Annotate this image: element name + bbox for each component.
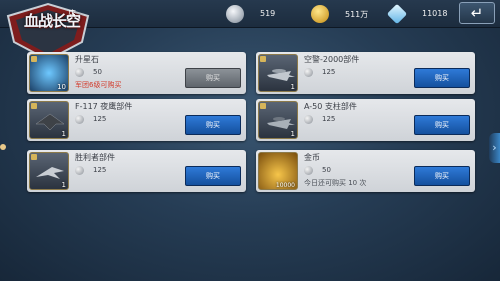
item-qty: 1 <box>290 83 295 91</box>
logo-tag: 店 <box>68 9 76 18</box>
back-button[interactable]: ↵ <box>459 2 495 24</box>
buy-button[interactable]: 购买 <box>185 68 241 88</box>
item-qty: 1 <box>61 181 66 189</box>
buy-button[interactable]: 购买 <box>185 115 241 135</box>
chevron-right-icon: › <box>492 141 497 154</box>
star-stone-icon: 10 <box>29 54 69 92</box>
item-price: 50 <box>93 68 102 76</box>
item-name: 金币 <box>304 153 320 162</box>
item-name: 空警-2000部件 <box>304 55 360 64</box>
item-price: 125 <box>322 68 336 76</box>
shop-item-card[interactable]: 1 空警-2000部件 125 购买 <box>256 52 475 94</box>
item-price: 125 <box>93 166 107 174</box>
item-name: F-117 夜鹰部件 <box>75 102 133 111</box>
stealth-jet-icon: 1 <box>29 101 69 139</box>
medal-icon <box>304 166 313 175</box>
item-note: 军团6级可购买 <box>75 81 122 89</box>
shop-item-card[interactable]: 10 升星石 50 军团6级可购买 购买 <box>27 52 246 94</box>
next-page-button[interactable]: › <box>489 133 500 163</box>
gold-coin-icon <box>311 5 329 23</box>
item-qty: 10000 <box>275 182 295 189</box>
medal-icon <box>304 115 313 124</box>
item-price: 125 <box>93 115 107 123</box>
item-name: A-50 支柱部件 <box>304 102 357 111</box>
item-note: 今日还可购买 10 次 <box>304 179 367 187</box>
shop-item-card[interactable]: 1 F-117 夜鹰部件 125 购买 <box>27 99 246 141</box>
awacs-plane-icon: 1 <box>258 54 298 92</box>
medal-icon <box>226 5 244 23</box>
buy-button[interactable]: 购买 <box>414 115 470 135</box>
shop-item-card[interactable]: 1 A-50 支柱部件 125 购买 <box>256 99 475 141</box>
shop-item-card[interactable]: 1 胜利者部件 125 购买 <box>27 150 246 192</box>
medal-icon <box>75 68 84 77</box>
medal-icon <box>304 68 313 77</box>
item-price: 50 <box>322 166 331 174</box>
item-name: 胜利者部件 <box>75 153 115 162</box>
item-name: 升星石 <box>75 55 99 64</box>
back-arrow-icon: ↵ <box>470 4 484 22</box>
a50-plane-icon: 1 <box>258 101 298 139</box>
item-qty: 1 <box>61 130 66 138</box>
item-qty: 10 <box>57 83 66 91</box>
gold-value: 511万 <box>345 10 369 19</box>
shop-item-card[interactable]: 10000 金币 50 今日还可购买 10 次 购买 <box>256 150 475 192</box>
victor-bomber-icon: 1 <box>29 152 69 190</box>
medal-value: 519 <box>260 9 276 18</box>
item-qty: 1 <box>290 130 295 138</box>
gold-coins-icon: 10000 <box>258 152 298 190</box>
buy-button[interactable]: 购买 <box>414 68 470 88</box>
left-indicator <box>0 144 6 150</box>
buy-button[interactable]: 购买 <box>185 166 241 186</box>
buy-button[interactable]: 购买 <box>414 166 470 186</box>
medal-icon <box>75 115 84 124</box>
medal-icon <box>75 166 84 175</box>
item-price: 125 <box>322 115 336 123</box>
diamond-value: 11018 <box>422 9 448 18</box>
